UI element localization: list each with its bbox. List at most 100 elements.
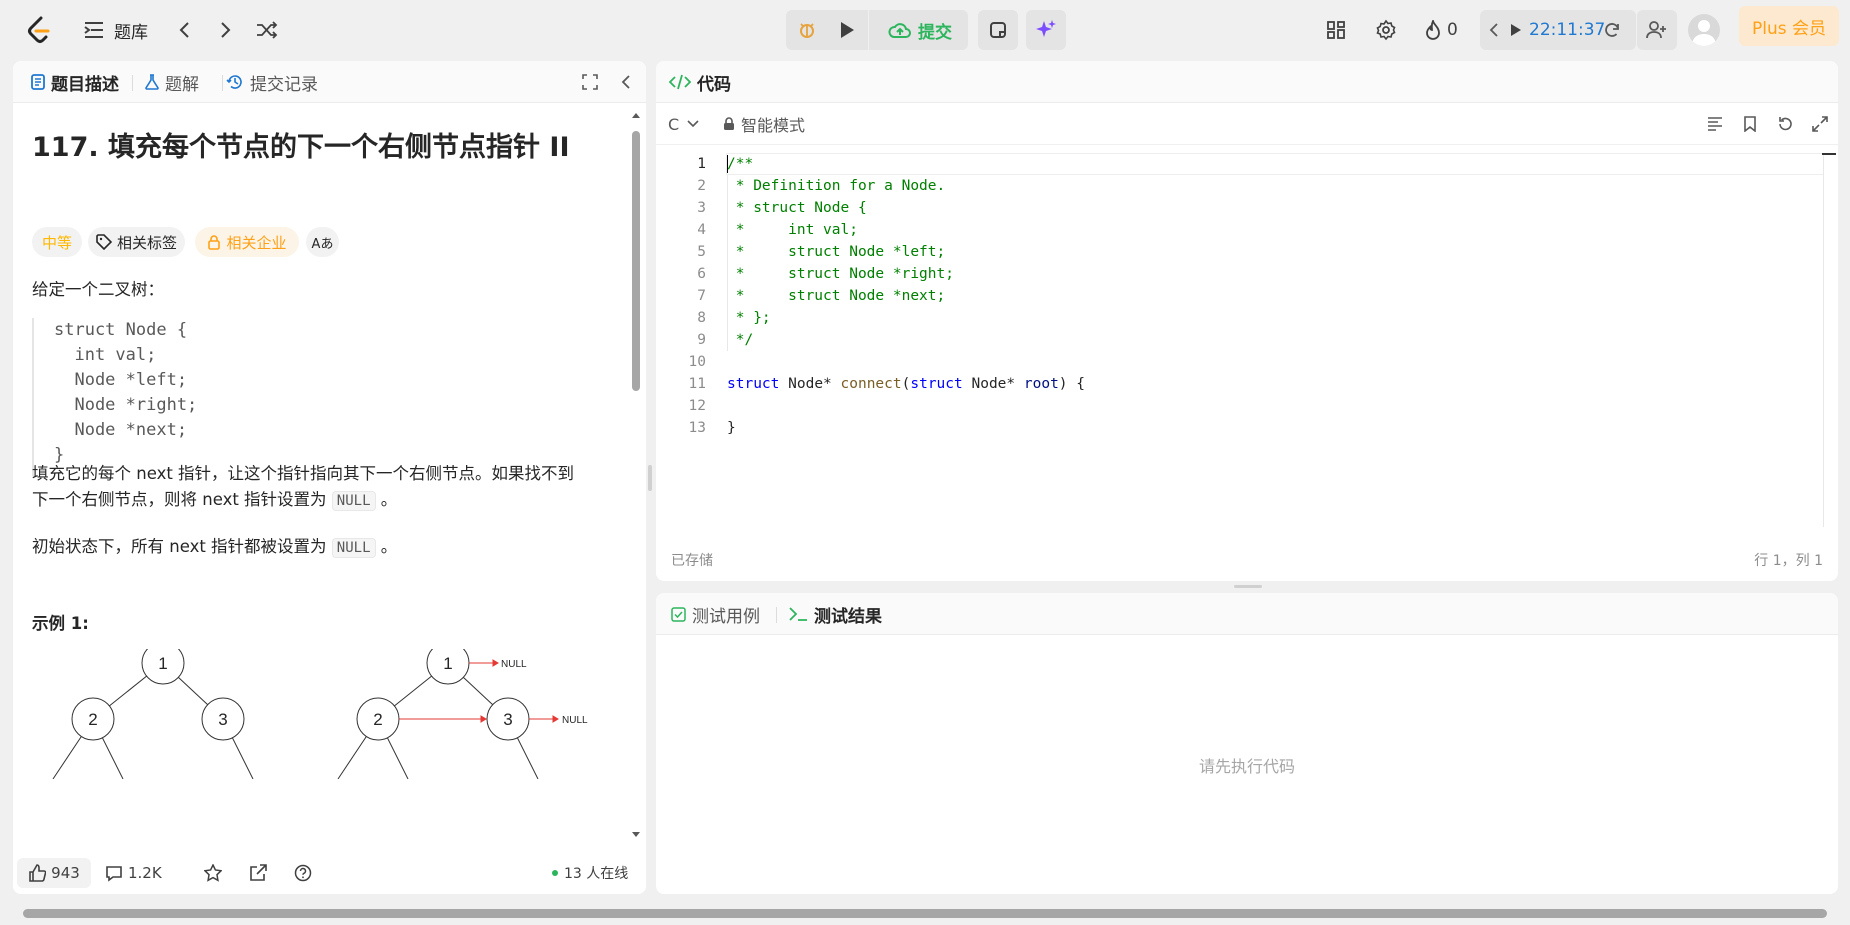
tab-testcases-label: 测试用例 [692, 606, 760, 627]
bookmark-icon[interactable] [1739, 113, 1761, 135]
shuffle-icon[interactable] [254, 18, 280, 42]
related-companies-button[interactable]: 相关企业 [195, 227, 299, 257]
keyword: struct [910, 376, 963, 392]
inline-code-null: NULL [331, 491, 376, 511]
code-line: Node *next; [54, 420, 188, 440]
streak-flame-icon[interactable] [1422, 18, 1444, 42]
keyword: struct [727, 376, 780, 392]
avatar[interactable] [1688, 14, 1720, 46]
type: Node* [788, 376, 832, 392]
favorite-star-icon[interactable] [201, 858, 225, 888]
timer-collapse-icon[interactable] [1486, 18, 1502, 42]
timer-display: 22:11:37 [1529, 20, 1606, 40]
tab-testresults[interactable]: 测试结果 [788, 593, 882, 635]
tab-code[interactable]: 代码 [669, 61, 731, 103]
problem-scrollbar[interactable] [632, 111, 640, 841]
code-brackets-icon [669, 74, 691, 90]
submit-button[interactable]: 提交 [876, 14, 964, 46]
chevron-down-icon [687, 120, 699, 128]
struct-code-block: struct Node { int val; Node *left; Node … [32, 318, 612, 476]
editor-scrollbar-track[interactable] [1823, 157, 1824, 527]
tree-node-1: 1 [443, 654, 452, 673]
line-number: 11 [688, 376, 706, 392]
editor-toolbar: C 智能模式 [656, 103, 1838, 145]
editor-status-bar: 已存储 行 1，列 1 [656, 539, 1838, 581]
difficulty-badge[interactable]: 中等 [32, 227, 82, 257]
description-paragraph-2: 初始状态下，所有 next 指针都被设置为 NULL 。 [32, 534, 622, 561]
scroll-down-arrow[interactable] [632, 831, 640, 839]
format-icon[interactable] [1704, 113, 1726, 135]
scrollbar-thumb[interactable] [632, 131, 640, 391]
tree-node-1: 1 [158, 654, 167, 673]
tree-node-2: 2 [373, 710, 382, 729]
help-icon[interactable] [291, 858, 315, 888]
comment-count: 1.2K [128, 864, 162, 882]
inline-code-null: NULL [331, 538, 376, 558]
line-number: 10 [688, 354, 706, 370]
tree-node-3: 3 [218, 710, 227, 729]
prev-problem-icon[interactable] [172, 18, 196, 42]
code-line: } [727, 420, 736, 436]
share-icon[interactable] [246, 858, 270, 888]
timer-reset-icon[interactable] [1600, 18, 1624, 42]
vertical-resize-handle[interactable] [648, 465, 652, 491]
reset-code-icon[interactable] [1774, 113, 1796, 135]
code-line: /** [727, 156, 754, 172]
note-icon[interactable] [978, 14, 1018, 46]
collapse-panel-icon[interactable] [615, 71, 637, 93]
code-line: * struct Node *right; [727, 266, 954, 282]
code-line: struct Node { [54, 320, 188, 340]
description-icon [31, 74, 45, 90]
tab-description[interactable]: 题目描述 [31, 61, 119, 103]
scrollbar-thumb[interactable] [23, 909, 1827, 918]
online-count: 13 人在线 [564, 866, 629, 882]
add-friend-icon[interactable] [1640, 18, 1674, 42]
problem-list-link[interactable]: 题库 [114, 18, 148, 43]
problem-content: 117. 填充每个节点的下一个右侧节点指针 II 中等 相关标签 相关企业 Aあ… [13, 103, 646, 894]
fullscreen-icon[interactable] [579, 71, 601, 93]
related-tags-button[interactable]: 相关标签 [88, 227, 185, 257]
code-lines: /** * Definition for a Node. * struct No… [727, 153, 1817, 453]
leetcode-logo[interactable] [24, 14, 54, 46]
tab-solutions[interactable]: 题解 [145, 61, 199, 103]
comments-button[interactable]: 1.2K [105, 858, 162, 888]
tab-solutions-label: 题解 [165, 74, 199, 95]
scroll-up-arrow[interactable] [632, 111, 640, 119]
like-button[interactable]: 943 [17, 858, 91, 888]
layout-icon[interactable] [1323, 18, 1349, 42]
ai-sparkle-icon[interactable] [1026, 14, 1066, 46]
code-line: Node *right; [54, 395, 198, 415]
example-tree-figure: 1 2 3 1 2 3 NULL NULL [52, 649, 588, 779]
like-count: 943 [51, 864, 80, 882]
settings-gear-icon[interactable] [1373, 18, 1399, 42]
console-tabbar: 测试用例 测试结果 [656, 593, 1838, 635]
plus-member-button[interactable]: Plus 会员 [1739, 6, 1839, 46]
tree-node-2: 2 [88, 710, 97, 729]
problem-list-icon[interactable] [82, 18, 106, 42]
code-area[interactable]: 1 2 3 4 5 6 7 8 9 10 11 12 13 /** * Definition for a… [656, 153, 1838, 528]
line-number: 12 [688, 398, 706, 414]
smart-mode-toggle[interactable]: 智能模式 [723, 111, 805, 137]
para2-text: 初始状态下，所有 next 指针都被设置为 [32, 537, 327, 556]
expand-icon[interactable] [1809, 113, 1831, 135]
description-paragraph-1: 填充它的每个 next 指针，让这个指针指向其下一个右侧节点。如果找不到 下一个… [32, 461, 622, 514]
next-problem-icon[interactable] [214, 18, 238, 42]
language-select[interactable]: C [668, 111, 699, 137]
period: 。 [380, 537, 398, 556]
language-label: C [668, 114, 680, 134]
tab-submissions[interactable]: 提交记录 [226, 61, 318, 103]
timer-play-icon[interactable] [1507, 18, 1525, 42]
translate-button[interactable]: Aあ [306, 227, 339, 257]
smart-mode-label: 智能模式 [741, 116, 806, 135]
run-icon[interactable] [832, 14, 862, 46]
related-tags-label: 相关标签 [116, 233, 177, 252]
tab-testresults-label: 测试结果 [814, 606, 882, 627]
problem-tabbar: 题目描述 题解 提交记录 [13, 61, 646, 103]
line-number: 4 [697, 222, 706, 238]
tab-divider [222, 75, 223, 91]
page-horizontal-scrollbar[interactable] [0, 906, 1850, 920]
debug-icon[interactable] [792, 14, 822, 46]
tab-testcases[interactable]: 测试用例 [671, 593, 760, 635]
terminal-icon [788, 606, 808, 622]
horizontal-resize-handle[interactable] [1234, 585, 1262, 588]
